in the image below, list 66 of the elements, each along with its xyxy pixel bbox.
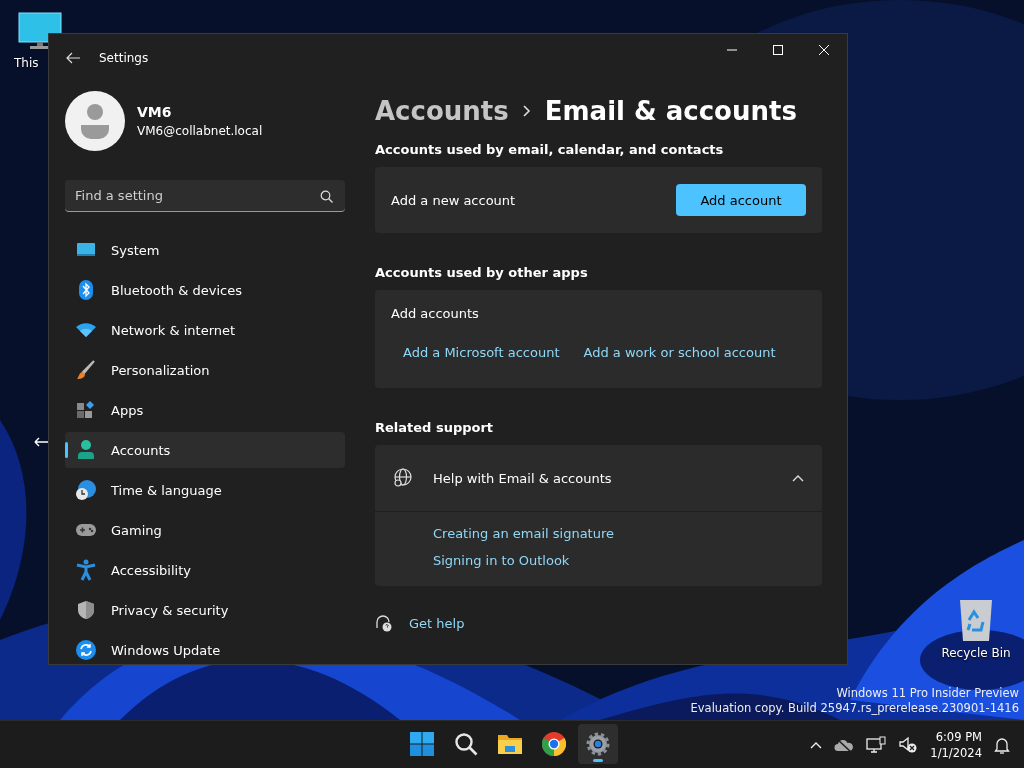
nav-item[interactable]: Personalization (65, 352, 345, 388)
chevron-right-icon (522, 105, 531, 117)
link[interactable]: Add a work or school account (583, 345, 776, 360)
desktop-icon-label[interactable]: Recycle Bin (941, 646, 1011, 660)
wifi-icon (75, 322, 97, 338)
apps-icon (76, 400, 96, 420)
controller-icon (75, 522, 97, 538)
chevron-up-icon[interactable] (792, 474, 804, 482)
search-icon (320, 190, 333, 203)
monitor-icon (18, 12, 62, 52)
link[interactable]: Creating an email signature (433, 526, 822, 541)
link[interactable]: Signing in to Outlook (433, 553, 822, 568)
nav-item[interactable]: Bluetooth & devices (65, 272, 345, 308)
help-title: Help with Email & accounts (433, 470, 612, 486)
nav-item[interactable]: Accessibility (65, 552, 345, 588)
nav-item[interactable]: Apps (65, 392, 345, 428)
selection-indicator (65, 442, 68, 458)
accessibility-icon (76, 559, 96, 581)
breadcrumb-link[interactable]: Accounts (375, 96, 509, 126)
build-info-text: Windows 11 Pro Insider Preview (835, 686, 1019, 701)
monitor-icon (76, 242, 96, 258)
bluetooth-icon (79, 280, 93, 300)
help-icon (375, 614, 393, 632)
shield-icon (77, 600, 95, 620)
section-heading: Accounts used by other apps (375, 265, 589, 280)
browser-icon (542, 732, 566, 756)
user-name: VM6 (137, 104, 173, 120)
avatar (65, 91, 125, 151)
get-help-link[interactable]: Get help (409, 615, 465, 631)
back-arrow-icon[interactable] (65, 50, 81, 66)
page-title: Email & accounts (544, 96, 797, 126)
folder-icon (497, 733, 523, 755)
refresh-icon (76, 640, 96, 660)
build-info-text: Evaluation copy. Build 25947.rs_prerelease.230901-1416 (690, 701, 1019, 716)
volume-muted-icon[interactable] (898, 736, 919, 754)
clock-date[interactable]: 1/1/2024 (930, 745, 982, 761)
desktop-icon-label[interactable]: This (14, 56, 39, 70)
window-title: Settings (99, 51, 149, 65)
section-heading: Accounts used by email, calendar, and contacts (375, 142, 725, 157)
network-icon[interactable] (866, 736, 887, 754)
card-title: Add accounts (391, 306, 480, 321)
globe-clock-icon (75, 479, 97, 501)
brush-icon (76, 360, 96, 380)
clock-time[interactable]: 6:09 PM (935, 729, 982, 745)
user-email: VM6@collabnet.local (137, 124, 263, 138)
nav-item[interactable]: System (65, 232, 345, 268)
search-icon (454, 732, 478, 756)
globe-search-icon (393, 468, 413, 488)
search-field[interactable]: Find a setting (65, 180, 345, 212)
cloud-off-icon[interactable] (834, 738, 855, 752)
gear-icon (586, 732, 610, 756)
nav-item[interactable]: Privacy & security (65, 592, 345, 628)
row-label: Add a new account (391, 192, 516, 208)
nav-item[interactable]: Accounts (65, 432, 345, 468)
person-icon (77, 440, 95, 460)
section-heading: Related support (375, 420, 495, 435)
windows-logo-icon (410, 732, 434, 756)
chevron-up-icon[interactable] (810, 741, 823, 749)
nav-item[interactable]: Windows Update (65, 632, 345, 664)
nav-item[interactable]: Network & internet (65, 312, 345, 348)
link[interactable]: Add a Microsoft account (403, 345, 560, 360)
nav-item[interactable]: Time & language (65, 472, 345, 508)
add-account-button[interactable]: Add account (676, 184, 806, 216)
nav-item[interactable]: Gaming (65, 512, 345, 548)
taskbar-button[interactable] (578, 724, 618, 764)
bell-icon[interactable] (994, 736, 1010, 754)
